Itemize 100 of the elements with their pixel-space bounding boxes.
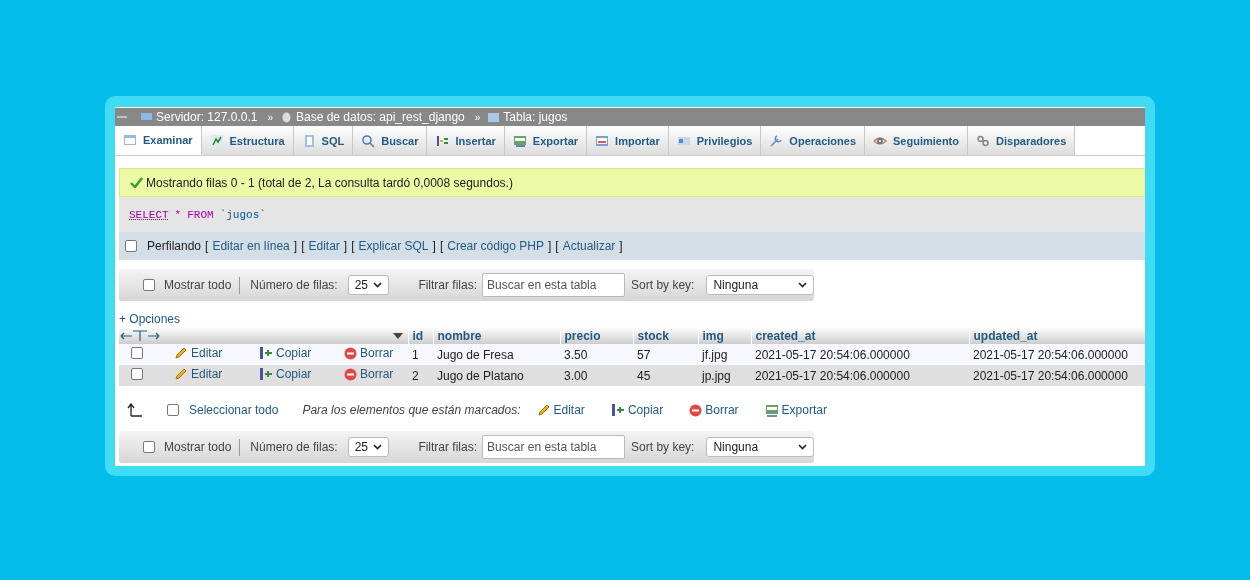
filter-input[interactable]: Buscar en esta tabla [482, 435, 626, 459]
table-cell: 3.00 [560, 365, 633, 386]
message-text: Mostrando filas 0 - 1 (total de 2, La consulta tardó 0,0008 segundos.) [146, 175, 513, 190]
table-cell: jp.jpg [698, 365, 751, 386]
delete-icon [344, 367, 357, 381]
select-all-link[interactable]: Seleccionar todo [189, 403, 279, 417]
column-header[interactable]: img [698, 327, 751, 344]
table-cell: 2021-05-17 20:54:06.000000 [751, 344, 969, 365]
tab[interactable]: SQL [293, 126, 354, 155]
checkbox[interactable] [143, 279, 155, 291]
filter-input[interactable]: Buscar en esta tabla [482, 273, 626, 297]
sort-caret-icon[interactable] [392, 332, 403, 339]
pencil-icon [174, 346, 188, 360]
table-cell: Jugo de Fresa [433, 344, 560, 365]
query-link[interactable]: Editar en línea [212, 239, 290, 253]
query-link[interactable]: Actualizar [562, 239, 616, 253]
column-header[interactable]: stock [633, 327, 698, 344]
sort-label: Sort by key: [631, 278, 695, 292]
chevron-down-icon [373, 282, 383, 288]
bulk-action-link[interactable]: Borrar [689, 403, 739, 417]
insert-icon [435, 133, 450, 148]
bracket: [ [351, 239, 355, 253]
tab[interactable]: Disparadores [968, 126, 1076, 155]
column-header[interactable]: precio [560, 327, 633, 344]
bracket: ] [547, 239, 552, 253]
gears-icon [976, 133, 990, 148]
sql-token: * [174, 208, 182, 221]
breadcrumb-link[interactable]: Servidor: 127.0.0.1 [156, 110, 258, 124]
tab[interactable]: Insertar [427, 126, 505, 155]
bulk-action-link[interactable]: Exportar [764, 403, 827, 417]
breadcrumb-link[interactable]: Tabla: jugos [503, 110, 568, 124]
tab[interactable]: Exportar [504, 126, 588, 155]
tab[interactable]: Estructura [201, 126, 294, 155]
rows-label: Número de filas: [250, 278, 338, 292]
sql-token: FROM [187, 208, 214, 221]
bulk-action-link[interactable]: Editar [536, 403, 585, 417]
table-cell: 2 [408, 365, 433, 386]
table-cell: 45 [633, 365, 698, 386]
bracket: ] [619, 239, 623, 253]
tab[interactable]: Buscar [353, 126, 428, 155]
wrench-icon [769, 133, 784, 148]
bracket: [ [301, 239, 305, 253]
search-icon [361, 133, 376, 148]
arrow-up-icon [127, 403, 143, 417]
table-cell: 2021-05-17 20:54:06.000000 [969, 344, 1145, 365]
table-cell: 2021-05-17 20:54:06.000000 [969, 365, 1145, 386]
copy-icon [610, 403, 625, 417]
checkbox[interactable] [125, 240, 137, 252]
column-header[interactable]: updated_at [969, 327, 1145, 344]
query-link[interactable]: Editar [308, 239, 340, 253]
tab[interactable]: Seguimiento [865, 126, 968, 155]
delete-icon [689, 403, 703, 417]
tab[interactable]: Privilegios [668, 126, 762, 155]
export-icon [512, 133, 527, 148]
rows-label: Número de filas: [250, 440, 338, 454]
checkbox[interactable] [167, 404, 179, 416]
sql-token: SELECT [129, 208, 169, 221]
check-icon [130, 177, 143, 188]
table-cell: 1 [408, 344, 433, 365]
breadcrumb-separator: » [267, 111, 273, 123]
bracket: ] [432, 239, 436, 253]
tab[interactable]: Operaciones [761, 126, 865, 155]
chevron-down-icon [373, 444, 383, 450]
database-icon [280, 111, 292, 123]
rows-select[interactable]: 25 [347, 437, 390, 457]
query-link[interactable]: Explicar SQL [358, 239, 429, 253]
breadcrumb-separator: » [474, 111, 481, 123]
chevron-down-icon [798, 282, 807, 288]
breadcrumb-link[interactable]: Base de datos: api_rest_django [295, 110, 465, 124]
table-cell: 3.50 [560, 344, 633, 365]
sql-token: `jugos` [219, 208, 266, 221]
show-all-label: Mostrar todo [164, 440, 232, 454]
options-link[interactable]: + Opciones [119, 312, 181, 326]
filter-label: Filtrar filas: [418, 278, 478, 292]
chevron-down-icon [798, 444, 807, 450]
bracket: ] [343, 239, 348, 253]
checkbox[interactable] [143, 441, 155, 453]
export-icon [764, 403, 779, 417]
sort-select[interactable]: Ninguna [706, 437, 814, 457]
sort-select[interactable]: Ninguna [706, 275, 814, 295]
table-cell: 2021-05-17 20:54:06.000000 [751, 365, 969, 386]
bulk-prompt: Para los elementos que están marcados: [302, 403, 521, 417]
column-resize-icon[interactable] [120, 329, 160, 342]
sort-label: Sort by key: [631, 440, 695, 454]
column-header[interactable]: created_at [751, 327, 969, 344]
column-header[interactable]: nombre [433, 327, 560, 344]
table-cell: 57 [633, 344, 698, 365]
rows-select[interactable]: 25 [347, 275, 390, 295]
row-checkbox[interactable] [131, 368, 143, 380]
table-icon [123, 133, 137, 147]
filter-label: Filtrar filas: [418, 440, 478, 454]
structure-icon [209, 133, 224, 148]
bracket: [ [205, 239, 209, 253]
row-checkbox[interactable] [131, 347, 143, 359]
query-link[interactable]: Crear código PHP [447, 239, 544, 253]
column-header[interactable]: id [408, 327, 433, 344]
bulk-action-link[interactable]: Copiar [610, 403, 664, 417]
import-icon [595, 133, 610, 148]
tab[interactable]: Importar [587, 126, 669, 155]
pencil-icon [536, 403, 551, 417]
